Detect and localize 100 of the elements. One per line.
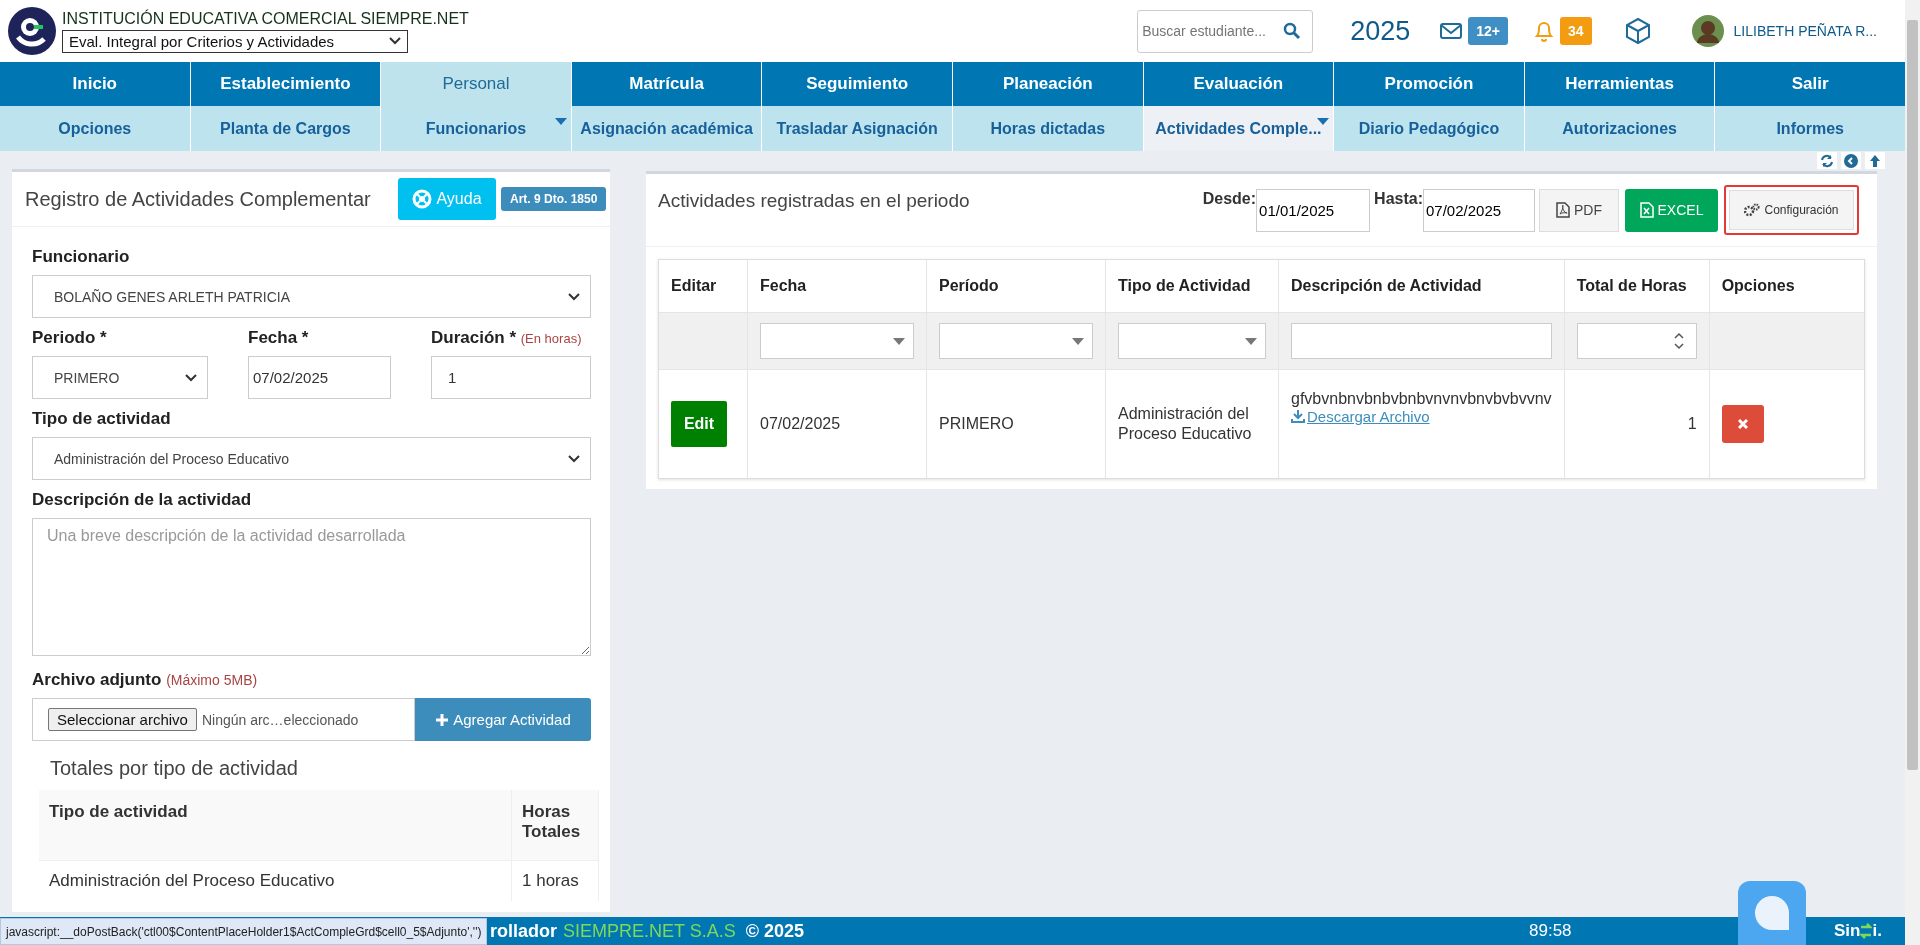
chevron-icon — [568, 292, 580, 301]
field-label: Fecha * — [248, 328, 310, 348]
menu-tab[interactable]: Establecimiento — [190, 62, 381, 106]
cube-icon[interactable] — [1623, 17, 1652, 45]
table-cell: Administración del Proceso Educativo — [39, 860, 512, 901]
filter-field[interactable] — [1291, 323, 1552, 359]
spinner-icon — [1673, 332, 1684, 350]
bell-icon[interactable] — [1534, 20, 1554, 42]
brand-text: Sin — [1834, 921, 1861, 941]
table-cell: 07/02/2025 — [747, 369, 927, 478]
submenu-item[interactable]: Trasladar Asignación — [762, 106, 952, 151]
submenu-item[interactable]: Asignación académica — [571, 106, 762, 151]
to-date-field[interactable]: 07/02/2025 — [1423, 188, 1535, 232]
menu-tab[interactable]: Promoción — [1334, 62, 1524, 106]
chat-button[interactable] — [1738, 881, 1806, 945]
user-name[interactable]: LILIBETH PEÑATA R... — [1733, 23, 1877, 39]
company-name: SIEMPRE.NET S.A.S — [563, 920, 736, 942]
field-label: Tipo de actividad — [32, 409, 172, 429]
lifebuoy-icon — [412, 189, 433, 209]
field-label: Descripción de la actividad — [32, 490, 253, 510]
search-field[interactable]: Buscar estudiante... — [1137, 9, 1314, 53]
date-field[interactable]: 07/02/2025 — [248, 356, 391, 399]
submenu-item[interactable]: Autorizaciones — [1524, 106, 1715, 151]
table-cell: gfvbvnbnvbnbvbnbvnvnvbnvbvbvvnv — [1291, 390, 1552, 408]
column-header: Tipo de actividad — [39, 790, 512, 861]
chevron-icon — [185, 373, 197, 382]
from-date-field[interactable]: 01/01/2025 — [1256, 188, 1371, 232]
submenu-item[interactable]: Planta de Cargos — [190, 106, 381, 151]
close-icon — [1737, 419, 1748, 429]
description-field[interactable]: Una breve descripción de la actividad desarrollada — [32, 518, 591, 656]
menu-tab[interactable]: Matrícula — [571, 62, 762, 106]
to-label: Hasta: — [1374, 190, 1423, 208]
employee-select[interactable]: BOLAÑO GENES ARLETH PATRICIA — [32, 275, 591, 318]
mail-icon[interactable] — [1440, 23, 1463, 39]
table-cell: 1 — [1564, 369, 1710, 478]
logo-icon — [8, 7, 56, 55]
caret-icon — [893, 337, 905, 345]
submenu-item[interactable]: Opciones — [0, 106, 190, 151]
add-activity-button[interactable]: Agregar Actividad — [415, 698, 591, 741]
chevron-icon — [389, 37, 401, 45]
refresh-icon[interactable] — [1817, 152, 1837, 169]
session-timer: 89:58 — [1529, 921, 1572, 941]
caret-icon[interactable] — [554, 118, 567, 125]
download-link[interactable]: Descargar Archivo — [1291, 408, 1430, 425]
edit-button[interactable]: Edit — [671, 401, 727, 447]
mode-select[interactable]: Eval. Integral por Criterios y Actividades — [62, 29, 408, 53]
menu-tab[interactable]: Inicio — [0, 62, 190, 106]
period-select[interactable]: PRIMERO — [32, 356, 208, 399]
footer-text: rollador — [490, 920, 557, 942]
submenu-item[interactable]: Horas dictadas — [953, 106, 1143, 151]
search-icon[interactable] — [1283, 21, 1302, 40]
spreadsheet-file-icon — [1639, 202, 1654, 218]
arrows-icon — [1860, 923, 1873, 939]
file-status: Ningún arc…eleccionado — [201, 711, 359, 728]
submenu-item[interactable]: Diario Pedagógico — [1334, 106, 1524, 151]
school-name: INSTITUCIÓN EDUCATIVA COMERCIAL SIEMPRE.NET — [62, 9, 469, 28]
plus-icon — [435, 712, 450, 727]
menu-tab[interactable]: Personal — [381, 62, 571, 106]
from-label: Desde: — [1202, 190, 1257, 208]
submenu-item[interactable]: Funcionarios — [381, 106, 571, 151]
panel-title: Registro de Actividades Complementar — [25, 187, 372, 211]
messages-badge: 12+ — [1468, 17, 1508, 45]
table-cell: PRIMERO — [926, 369, 1106, 478]
activity-type-select[interactable]: Administración del Proceso Educativo — [32, 437, 591, 480]
year-label: 2025 — [1350, 15, 1411, 47]
status-url: javascript:__doPostBack('ctl00$ContentPlaceHolder1$ActCompleGrd$cell0_5$Adjunto','') — [0, 918, 488, 945]
menu-tab[interactable]: Herramientas — [1524, 62, 1715, 106]
field-label: Funcionario — [32, 247, 131, 267]
alerts-badge: 34 — [1560, 17, 1592, 45]
avatar-icon[interactable] — [1691, 15, 1724, 47]
excel-button[interactable]: EXCEL — [1625, 188, 1718, 232]
chevron-icon — [568, 454, 580, 463]
field-label: Archivo adjunto (Máximo 5MB) — [32, 670, 259, 690]
menu-tab[interactable]: Salir — [1715, 62, 1905, 106]
table-cell: 1 horas — [511, 860, 599, 901]
brand-text: i. — [1872, 921, 1882, 941]
gears-icon — [1744, 203, 1761, 217]
choose-file-button[interactable]: Seleccionar archivo — [48, 708, 197, 731]
menu-tab[interactable]: Seguimiento — [762, 62, 952, 106]
delete-button[interactable] — [1721, 405, 1764, 443]
field-label: Periodo * — [32, 328, 108, 348]
pdf-file-icon — [1556, 202, 1570, 218]
speech-bubble-icon — [1752, 893, 1792, 933]
number-filter-field[interactable] — [1576, 323, 1697, 359]
scrollbar[interactable] — [1907, 20, 1918, 770]
submenu-item[interactable]: Informes — [1715, 106, 1905, 151]
caret-icon — [1245, 337, 1257, 345]
field-label: Duración * (En horas) — [431, 328, 583, 348]
menu-tab[interactable]: Planeación — [953, 62, 1143, 106]
back-icon[interactable] — [1841, 152, 1861, 169]
menu-tab[interactable]: Evaluación — [1143, 62, 1334, 106]
column-header: Editar — [659, 260, 748, 313]
table-cell: Administración del Proceso Educativo — [1105, 369, 1279, 478]
panel-title: Actividades registradas en el periodo — [658, 190, 970, 212]
column-header: Horas Totales — [511, 790, 599, 861]
settings-button[interactable]: Configuración — [1729, 190, 1854, 230]
law-badge: Art. 9 Dto. 1850 — [501, 187, 607, 211]
pdf-button[interactable]: PDF — [1539, 188, 1619, 232]
duration-field[interactable]: 1 — [431, 356, 591, 399]
submenu-item[interactable]: Actividades Comple... — [1143, 106, 1334, 151]
